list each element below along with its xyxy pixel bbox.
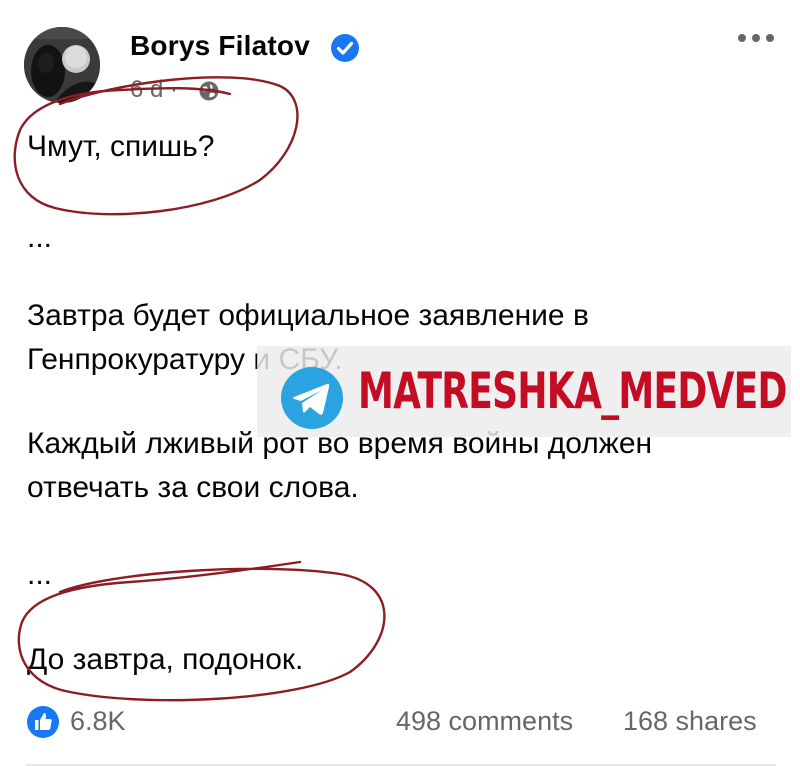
author-name[interactable]: Borys Filatov	[130, 30, 310, 62]
watermark-text: MATRESHKA_MEDVED	[358, 362, 787, 420]
post-text-line: Завтра будет официальное заявление в	[27, 299, 589, 332]
post-text-line: Чмут, спишь?	[27, 130, 215, 163]
shares-count[interactable]: 168 shares	[623, 706, 757, 737]
post-text-line: До завтра, подонок.	[27, 643, 304, 676]
globe-icon	[199, 81, 219, 101]
telegram-icon	[281, 367, 343, 429]
more-options-icon[interactable]	[736, 30, 776, 46]
like-icon[interactable]	[26, 705, 60, 739]
comments-count[interactable]: 498 comments	[396, 706, 573, 737]
avatar[interactable]	[24, 27, 100, 103]
post-text-line: отвечать за свои слова.	[27, 471, 359, 504]
post-text-line: ...	[27, 558, 53, 591]
reaction-count[interactable]: 6.8K	[70, 706, 126, 737]
post-text-line: ...	[27, 221, 53, 254]
post-timestamp[interactable]: 6 d ·	[130, 76, 178, 104]
facebook-post: Borys Filatov 6 d · Чмут, спишь? ... Зав…	[0, 0, 800, 766]
profile-photo	[24, 27, 100, 103]
verified-badge-icon	[331, 34, 359, 62]
